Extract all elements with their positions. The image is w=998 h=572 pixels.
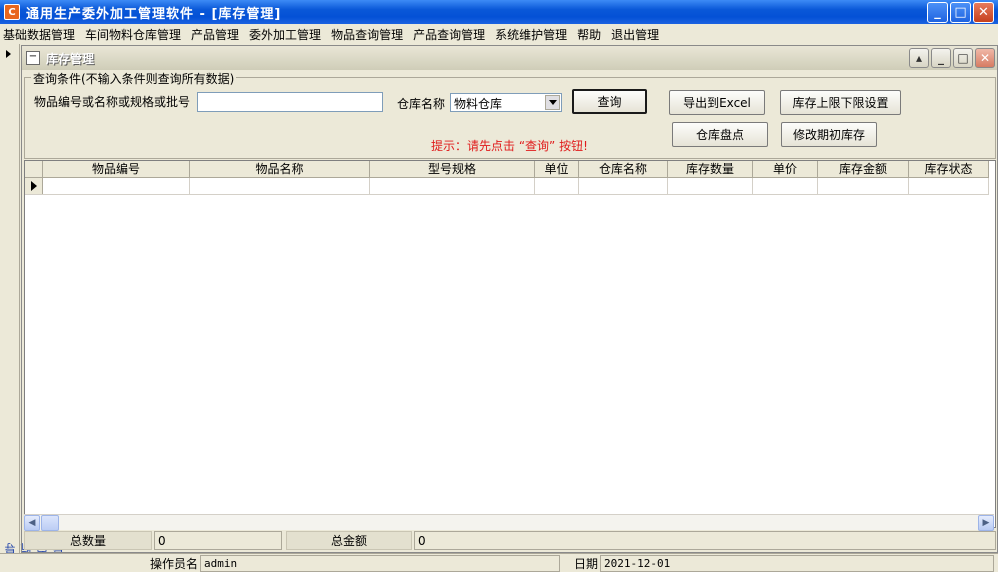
menu-item-query[interactable]: 物品查询管理 xyxy=(331,26,403,43)
modify-initial-stock-button[interactable]: 修改期初库存 xyxy=(781,122,877,147)
total-amount-label: 总金额 xyxy=(286,531,412,550)
column-header[interactable]: 库存状态 xyxy=(909,161,989,177)
window-title-bar: C 通用生产委外加工管理软件 - [库存管理] _ □ ✕ xyxy=(0,0,998,24)
total-amount-value: 0 xyxy=(414,531,996,550)
nav-panel: 导航向导 xyxy=(0,44,65,554)
totals-bar: 总数量 0 总金额 0 xyxy=(24,531,996,550)
child-close-button[interactable]: ✕ xyxy=(975,48,995,68)
table-cell[interactable] xyxy=(668,178,753,194)
expand-arrow-icon[interactable] xyxy=(6,50,11,58)
column-header[interactable]: 物品编号 xyxy=(43,161,190,177)
warehouse-selected: 物料仓库 xyxy=(454,97,503,111)
grid-header: 物品编号 物品名称 型号规格 单位 仓库名称 库存数量 单价 库存金额 库存状态 xyxy=(25,161,989,178)
minus-box-icon[interactable]: − xyxy=(26,51,40,65)
child-restore-up-button[interactable]: ▴ xyxy=(909,48,929,68)
column-header[interactable]: 库存金额 xyxy=(818,161,909,177)
table-cell[interactable] xyxy=(43,178,190,194)
maximize-button[interactable]: □ xyxy=(950,2,971,23)
menu-help[interactable]: 帮助 xyxy=(577,26,601,43)
status-bar: 操作员名 admin 日期 2021-12-01 xyxy=(0,553,998,572)
query-group: 查询条件(不输入条件则查询所有数据) 物品编号或名称或规格或批号 仓库名称 物料… xyxy=(24,70,996,159)
column-header[interactable]: 单价 xyxy=(753,161,818,177)
column-header[interactable]: 单位 xyxy=(535,161,579,177)
warehouse-label: 仓库名称 xyxy=(397,97,446,111)
item-search-input[interactable] xyxy=(197,92,383,112)
window-title: 通用生产委外加工管理软件 - [库存管理] xyxy=(26,6,282,22)
row-header-corner xyxy=(25,161,43,177)
inventory-window: − 库存管理 ▴ _ □ ✕ 查询条件(不输入条件则查询所有数据) 物品编号或名… xyxy=(21,45,998,553)
table-cell[interactable] xyxy=(753,178,818,194)
table-cell[interactable] xyxy=(818,178,909,194)
child-minimize-button[interactable]: _ xyxy=(931,48,951,68)
column-header[interactable]: 仓库名称 xyxy=(579,161,668,177)
date-value: 2021-12-01 xyxy=(600,555,994,572)
menu-outsourcing[interactable]: 委外加工管理 xyxy=(249,26,321,43)
query-legend: 查询条件(不输入条件则查询所有数据) xyxy=(31,70,237,87)
horizontal-scrollbar[interactable]: ◀ ▶ xyxy=(24,514,994,531)
menu-basic-data[interactable]: 基础数据管理 xyxy=(3,26,75,43)
scroll-left-icon[interactable]: ◀ xyxy=(24,515,40,531)
date-label: 日期 xyxy=(574,557,599,571)
menu-system[interactable]: 系统维护管理 xyxy=(495,26,567,43)
close-button[interactable]: ✕ xyxy=(973,2,994,23)
column-header[interactable]: 物品名称 xyxy=(190,161,370,177)
menu-workshop-warehouse[interactable]: 车间物料仓库管理 xyxy=(85,26,181,43)
table-cell[interactable] xyxy=(909,178,989,194)
table-row[interactable] xyxy=(25,178,989,195)
column-header[interactable]: 型号规格 xyxy=(370,161,535,177)
inventory-check-button[interactable]: 仓库盘点 xyxy=(672,122,768,147)
child-title: 库存管理 xyxy=(46,51,95,66)
hint-text: 提示：请先点击 “查询” 按钮! xyxy=(431,139,588,153)
current-row-arrow-icon xyxy=(25,178,43,194)
chevron-down-icon[interactable] xyxy=(545,95,560,110)
menu-bar: 基础数据管理 车间物料仓库管理 产品管理 委外加工管理 物品查询管理 产品查询管… xyxy=(0,24,998,44)
menu-exit[interactable]: 退出管理 xyxy=(611,26,659,43)
column-header[interactable]: 库存数量 xyxy=(668,161,753,177)
operator-label: 操作员名 xyxy=(150,557,199,571)
export-excel-button[interactable]: 导出到Excel xyxy=(669,90,765,115)
menu-product-query[interactable]: 产品查询管理 xyxy=(413,26,485,43)
minimize-button[interactable]: _ xyxy=(927,2,948,23)
child-maximize-button[interactable]: □ xyxy=(953,48,973,68)
table-cell[interactable] xyxy=(190,178,370,194)
item-label: 物品编号或名称或规格或批号 xyxy=(34,95,191,109)
scroll-thumb[interactable] xyxy=(41,515,59,531)
scroll-right-icon[interactable]: ▶ xyxy=(978,515,994,531)
table-cell[interactable] xyxy=(579,178,668,194)
query-button[interactable]: 查询 xyxy=(572,89,647,114)
operator-value: admin xyxy=(200,555,560,572)
total-qty-value: 0 xyxy=(154,531,282,550)
app-icon: C xyxy=(4,4,20,20)
warehouse-select[interactable]: 物料仓库 xyxy=(450,93,562,112)
child-title-bar: − 库存管理 ▴ _ □ ✕ xyxy=(22,46,997,70)
stock-limit-button[interactable]: 库存上限下限设置 xyxy=(780,90,901,115)
table-cell[interactable] xyxy=(370,178,535,194)
inventory-grid[interactable]: 物品编号 物品名称 型号规格 单位 仓库名称 库存数量 单价 库存金额 库存状态 xyxy=(24,160,996,528)
total-qty-label: 总数量 xyxy=(24,531,152,550)
table-cell[interactable] xyxy=(535,178,579,194)
menu-product[interactable]: 产品管理 xyxy=(191,26,239,43)
